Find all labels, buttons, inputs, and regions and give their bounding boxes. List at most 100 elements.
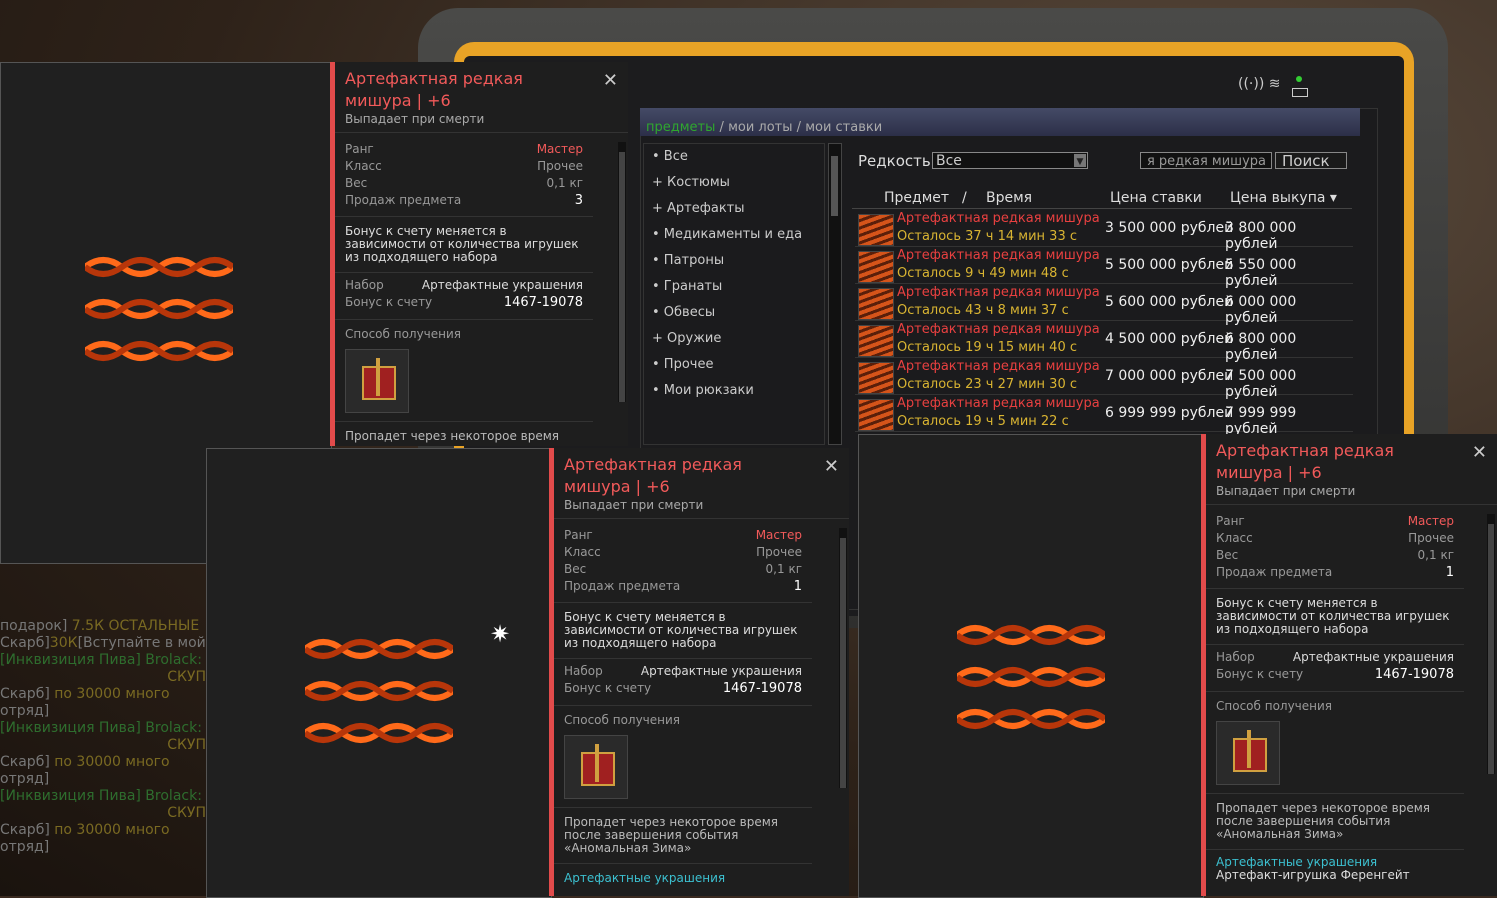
cursor-icon: ✷ [490, 620, 511, 648]
category-item[interactable]: • Медикаменты и еда [644, 222, 824, 248]
row-time: Осталось 19 ч 5 мин 22 с [897, 414, 1069, 429]
garland-thumbnail [858, 362, 894, 394]
row-bid: 5 500 000 рублей [1105, 257, 1234, 273]
sales-row: Продаж предмета 3 [345, 193, 583, 208]
tooltip-scrollbar[interactable] [618, 142, 626, 402]
item-tooltip: Артефактная редкая мишура | +6 Выпадает … [1201, 434, 1497, 896]
signal-icon: ((·)) ≋ [1238, 76, 1281, 92]
tooltip-subtitle: Выпадает при смерти [564, 498, 704, 512]
chat-line: Скарб] по 30000 много [0, 754, 170, 770]
table-row[interactable]: Артефактная редкая мишура Осталось 37 ч … [855, 210, 1353, 252]
footer-section: Артефактные украшения Артефакт-игрушка Ф… [1206, 849, 1464, 890]
category-item[interactable]: + Артефакты [644, 196, 824, 222]
obtain-section: Способ получения [335, 319, 593, 421]
expire-text: Пропадет через некоторое время после зав… [1206, 793, 1464, 849]
tab-separator: / [719, 120, 724, 135]
row-time: Осталось 23 ч 27 мин 30 с [897, 377, 1077, 392]
row-time: Осталось 19 ч 15 мин 40 с [897, 340, 1077, 355]
chat-log: подарок] 7.5К ОСТАЛЬНЫЕ Скарб]30К[Вступа… [0, 618, 206, 868]
category-item[interactable]: • Прочее [644, 352, 824, 378]
bonus-text: Бонус к счету меняется в зависимости от … [335, 216, 593, 272]
tooltip-scrollbar[interactable] [1487, 514, 1495, 774]
garland-thumbnail [858, 251, 894, 283]
col-time[interactable]: Время [986, 190, 1032, 206]
tooltip-subtitle: Выпадает при смерти [345, 112, 485, 126]
rarity-select[interactable]: Все ▼ [932, 152, 1088, 169]
auction-tabs: предметы / мои лоты / мои ставки [640, 108, 1360, 136]
weight-row: Вес 0,1 кг [564, 562, 802, 576]
search-button[interactable]: Поиск [1275, 152, 1347, 170]
battery-icon [1292, 88, 1308, 97]
table-header: Предмет / Время Цена ставки Цена выкупа … [852, 188, 1352, 209]
tooltip-title: Артефактная редкая мишура | +6 [345, 69, 523, 110]
table-row[interactable]: Артефактная редкая мишура Осталось 19 ч … [855, 321, 1353, 363]
row-buy: 7 999 999 рублей [1225, 405, 1297, 437]
tab-separator: / [796, 120, 802, 135]
set-section: Набор Артефактные украшения Бонус к счету… [554, 658, 812, 705]
sales-row: Продаж предмета 1 [564, 579, 802, 594]
obtain-section: Способ получения [554, 705, 812, 807]
chat-line: отряд] [0, 703, 50, 719]
table-row[interactable]: Артефактная редкая мишура Осталось 23 ч … [855, 358, 1353, 400]
obtain-section: Способ получения [1206, 691, 1464, 793]
garland-image [957, 625, 1105, 729]
col-buy[interactable]: Цена выкупа ▾ [1230, 190, 1337, 206]
row-name: Артефактная редкая мишура [897, 322, 1100, 337]
garland-image [305, 639, 453, 743]
tab-my-lots[interactable]: мои лоты [728, 120, 792, 135]
tooltip-scrollbar[interactable] [839, 528, 847, 788]
set-section: Набор Артефактные украшения Бонус к счету… [1206, 644, 1464, 691]
class-row: Класс Прочее [345, 159, 583, 173]
category-item[interactable]: + Оружие [644, 326, 824, 352]
col-item[interactable]: Предмет [884, 190, 949, 206]
weight-row: Вес 0,1 кг [1216, 548, 1454, 562]
category-item[interactable]: • Все [644, 144, 824, 170]
garland-thumbnail [858, 288, 894, 320]
chat-line: СКУП [167, 669, 206, 685]
category-item[interactable]: • Гранаты [644, 274, 824, 300]
row-bid: 6 999 999 рублей [1105, 405, 1234, 421]
tab-my-bids[interactable]: мои ставки [805, 120, 882, 135]
rank-row: Ранг Мастер [564, 528, 802, 542]
rank-row: Ранг Мастер [345, 142, 583, 156]
tooltip-title: Артефактная редкая мишура | +6 [564, 455, 742, 496]
expire-text: Пропадет через некоторое время после зав… [554, 807, 812, 863]
scroll-thumb[interactable] [831, 156, 838, 216]
row-bid: 3 500 000 рублей [1105, 220, 1234, 236]
category-item[interactable]: + Костюмы [644, 170, 824, 196]
row-time: Осталось 43 ч 8 мин 37 с [897, 303, 1069, 318]
row-name: Артефактная редкая мишура [897, 359, 1100, 374]
row-bid: 5 600 000 рублей [1105, 294, 1234, 310]
expire-text: Пропадет через некоторое время после [335, 421, 593, 446]
table-row[interactable]: Артефактная редкая мишура Осталось 43 ч … [855, 284, 1353, 326]
row-time: Осталось 37 ч 14 мин 33 с [897, 229, 1077, 244]
close-icon[interactable]: ✕ [1472, 442, 1487, 463]
gift-icon [345, 349, 409, 413]
search-input[interactable]: я редкая мишура [1140, 152, 1272, 169]
chat-line: [Инквизиция Пива] Brolack: [0, 720, 202, 736]
category-scrollbar[interactable] [828, 143, 842, 445]
chat-line: [Инквизиция Пива] Brolack: [0, 652, 202, 668]
table-row[interactable]: Артефактная редкая мишура Осталось 19 ч … [855, 395, 1353, 437]
col-bid[interactable]: Цена ставки [1110, 190, 1202, 206]
row-bid: 4 500 000 рублей [1105, 331, 1234, 347]
chat-line: подарок] 7.5К ОСТАЛЬНЫЕ [0, 618, 200, 634]
chevron-down-icon[interactable]: ▼ [1074, 154, 1086, 167]
search-row: Редкость Все ▼ я редкая мишура Поиск [852, 150, 1352, 174]
table-row[interactable]: Артефактная редкая мишура Осталось 9 ч 4… [855, 247, 1353, 289]
garland-thumbnail [858, 325, 894, 357]
close-icon[interactable]: ✕ [603, 70, 618, 91]
category-item[interactable]: • Мои рюкзаки [644, 378, 824, 404]
garland-image [85, 257, 233, 361]
tab-items[interactable]: предметы [646, 120, 715, 135]
sales-row: Продаж предмета 1 [1216, 565, 1454, 580]
chat-line: Скарб] по 30000 много [0, 686, 170, 702]
close-icon[interactable]: ✕ [824, 456, 839, 477]
tooltip-subtitle: Выпадает при смерти [1216, 484, 1356, 498]
item-tooltip: Артефактная редкая мишура | +6 Выпадает … [330, 62, 628, 446]
item-preview [206, 448, 552, 898]
bonus-text: Бонус к счету меняется в зависимости от … [554, 602, 812, 658]
set-link[interactable]: Артефактные украшения [554, 863, 812, 893]
category-item[interactable]: • Обвесы [644, 300, 824, 326]
category-item[interactable]: • Патроны [644, 248, 824, 274]
